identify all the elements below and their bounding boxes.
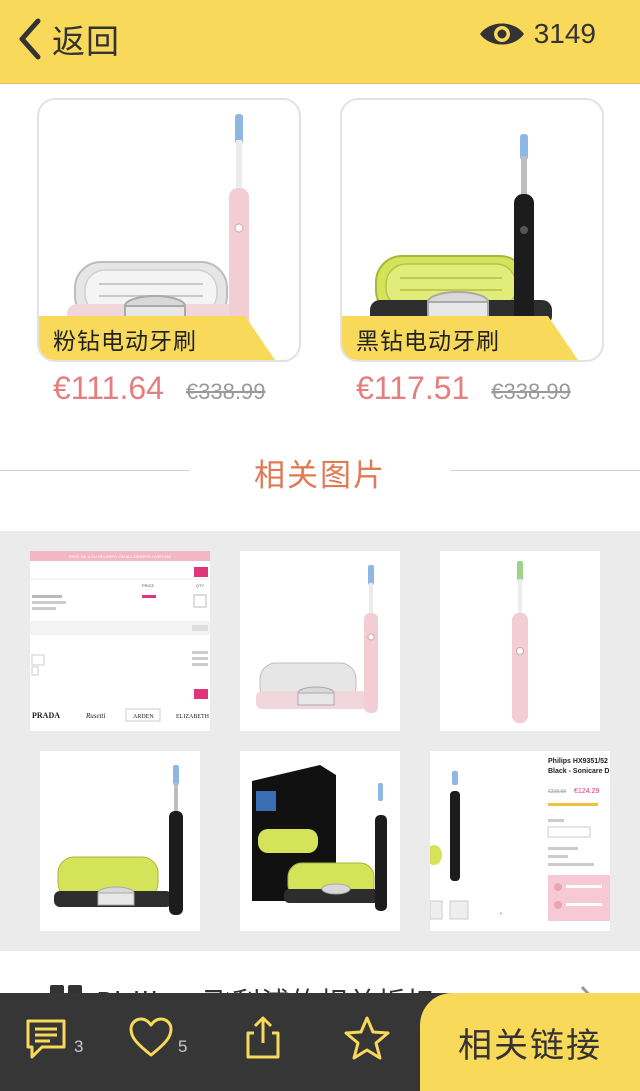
gallery-thumb-black-box[interactable] [240, 751, 400, 931]
product-image-frame[interactable]: 黑钻电动牙刷 [340, 98, 604, 362]
product-card-pink[interactable]: 粉钻电动牙刷 €111.64 €338.99 [37, 98, 301, 407]
next-arrow: › [500, 911, 502, 917]
pink-toothbrush-image [440, 551, 600, 731]
original-price: €338.99 [185, 379, 266, 404]
view-count: 3149 [533, 18, 596, 49]
bottom-toolbar: 3 5 相关链接 [0, 993, 640, 1091]
qty-col-text: QTY [196, 583, 205, 588]
related-links-label: 相关链接 [458, 1025, 602, 1066]
back-button[interactable]: 返回 [16, 16, 120, 62]
product-image-frame[interactable]: 粉钻电动牙刷 [37, 98, 301, 362]
like-count: 5 [178, 1037, 188, 1056]
thumb-old-price: €338.99 [548, 789, 566, 795]
brand-prada-text: PRADA [32, 711, 60, 720]
product-card-black[interactable]: 黑钻电动牙刷 €117.51 €338.99 [340, 98, 604, 407]
gallery-thumb-shop-cart[interactable]: FREE UK & EU DELIVERY ON ALL ORDERS OVER… [30, 551, 210, 731]
price-col-text: PRICE [142, 583, 155, 588]
comment-count: 3 [74, 1037, 84, 1056]
product-name: 粉钻电动牙刷 [53, 329, 197, 355]
thumb-title-2: Black - Sonicare D [548, 768, 609, 775]
product-name: 黑钻电动牙刷 [356, 329, 500, 355]
favorite-button[interactable] [344, 1015, 390, 1061]
related-links-button[interactable]: 相关链接 [420, 993, 640, 1091]
share-button[interactable] [240, 1015, 286, 1061]
product-name-tag: 黑钻电动牙刷 [342, 316, 578, 360]
thumb-title-1: Philips HX9351/52 [548, 758, 608, 765]
gallery-thumb-product-page[interactable]: › Philips HX9351/52 Black - Sonicare D €… [430, 751, 610, 931]
banner-text: FREE UK & EU DELIVERY ON ALL ORDERS OVER… [69, 554, 172, 559]
black-toothbrush-set-image [40, 751, 200, 931]
brand-arden-text: ARDEN [133, 714, 154, 720]
like-button[interactable]: 5 [128, 1015, 187, 1061]
section-title: 相关图片 [254, 458, 386, 494]
product-page-screenshot-image: › Philips HX9351/52 Black - Sonicare D €… [430, 751, 610, 931]
gallery-thumb-pink-set[interactable] [240, 551, 400, 731]
back-label: 返回 [52, 22, 120, 61]
related-images-gallery: FREE UK & EU DELIVERY ON ALL ORDERS OVER… [0, 531, 640, 951]
current-price: €111.64 [53, 370, 164, 406]
original-price: €338.99 [491, 379, 571, 404]
pink-toothbrush-set-image [240, 551, 400, 731]
brand-rusetti-text: Rusetti [85, 712, 105, 720]
comment-button[interactable]: 3 [24, 1015, 83, 1061]
boxed-toothbrush-image [240, 751, 400, 931]
heart-icon [129, 1017, 173, 1057]
price-row: €111.64 €338.99 [37, 370, 301, 407]
eye-icon [479, 23, 524, 45]
current-price: €117.51 [356, 370, 470, 406]
product-name-tag: 粉钻电动牙刷 [39, 316, 275, 360]
brand-elizabeth-text: ELIZABETH [176, 714, 210, 720]
related-images-heading: 相关图片 [0, 450, 640, 494]
view-counter: 3149 [478, 18, 596, 50]
share-icon [246, 1016, 280, 1059]
thumb-new-price: €124.29 [574, 788, 599, 795]
comment-icon [26, 1019, 66, 1059]
chevron-left-icon [19, 18, 41, 60]
gallery-thumb-pink-brush[interactable] [440, 551, 600, 731]
divider-right [450, 470, 640, 471]
gallery-thumb-black-set[interactable] [40, 751, 200, 931]
star-icon [344, 1016, 390, 1060]
cart-screenshot-image: FREE UK & EU DELIVERY ON ALL ORDERS OVER… [30, 551, 210, 731]
price-row: €117.51 €338.99 [340, 370, 604, 407]
top-bar: 返回 3149 [0, 0, 640, 84]
